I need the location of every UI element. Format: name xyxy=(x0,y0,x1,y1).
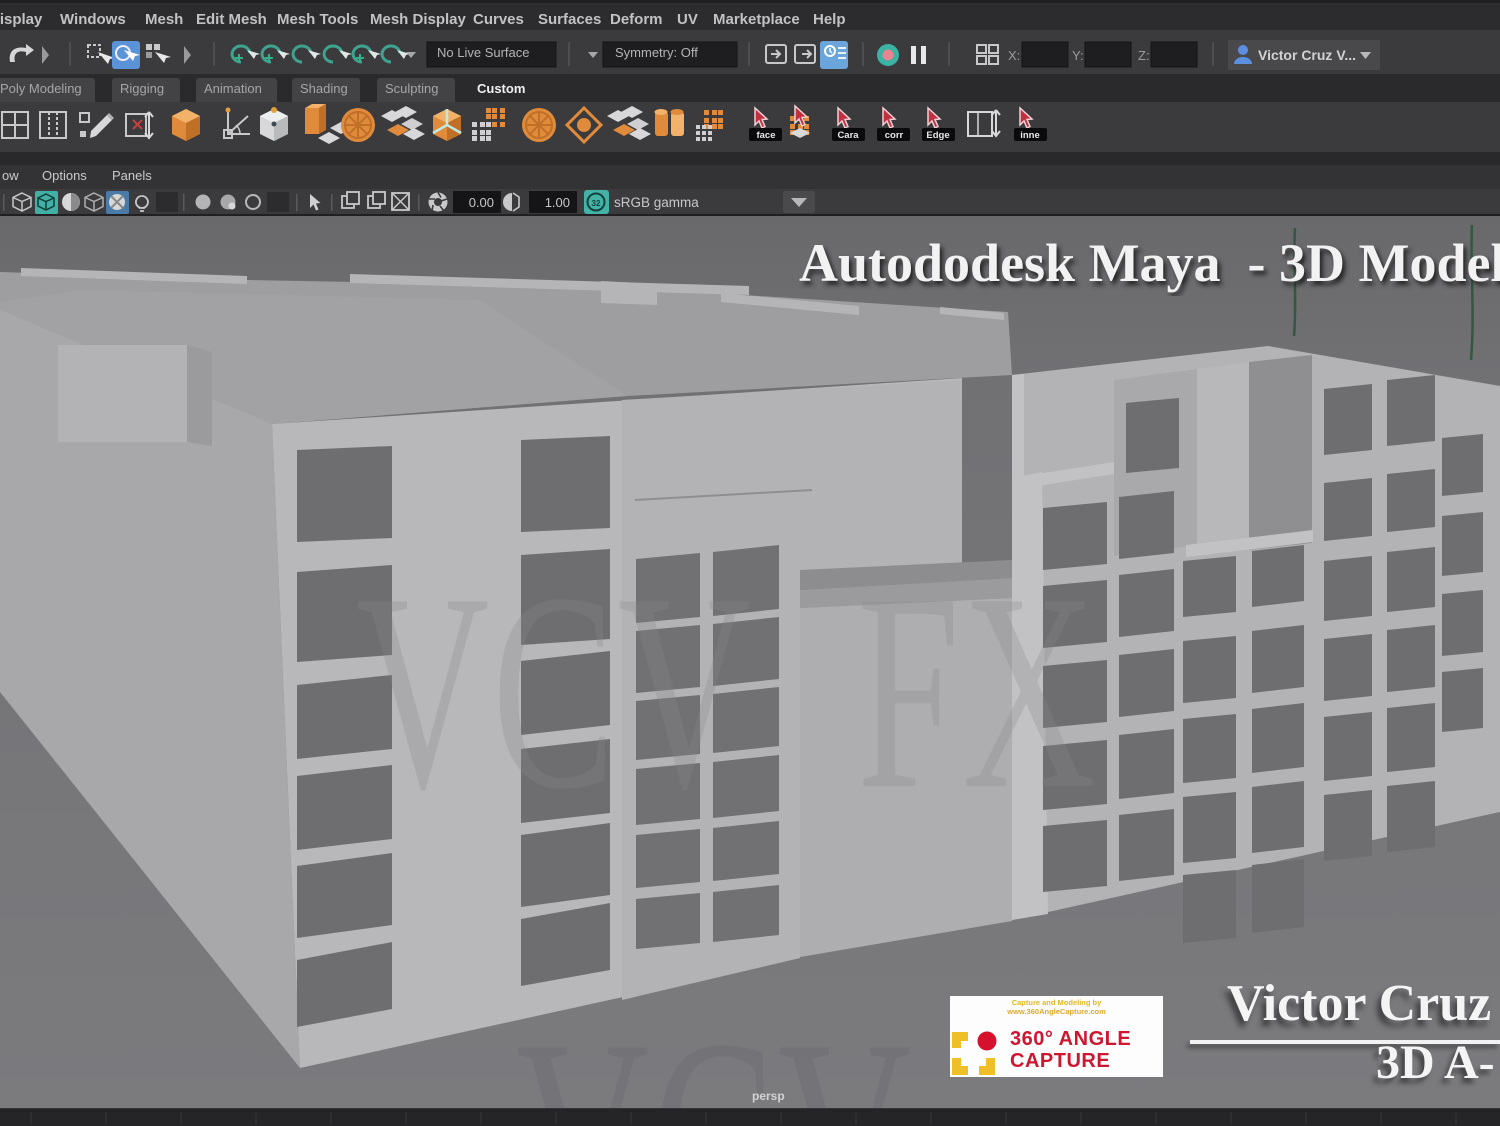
svg-text:0.00: 0.00 xyxy=(469,195,494,210)
svg-text:1.00: 1.00 xyxy=(545,195,570,210)
svg-text:32: 32 xyxy=(592,199,601,208)
svg-text:sRGB gamma: sRGB gamma xyxy=(614,195,699,210)
